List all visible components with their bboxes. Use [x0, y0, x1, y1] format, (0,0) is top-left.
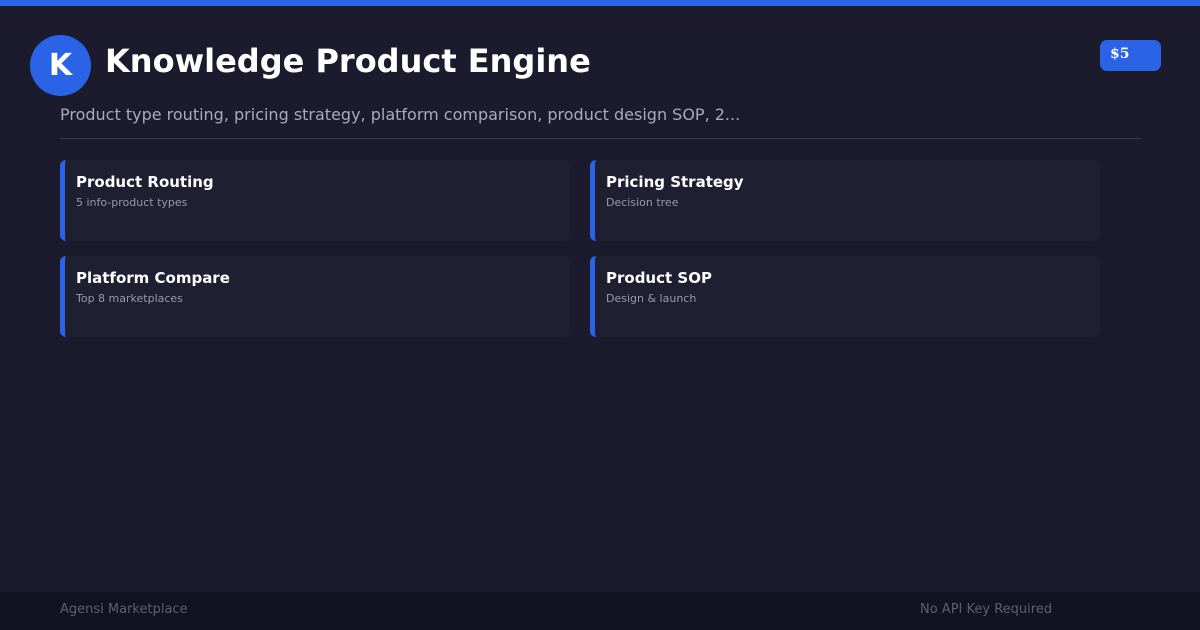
card-description: Top 8 marketplaces [76, 292, 183, 305]
card-title: Platform Compare [76, 269, 230, 287]
footer-brand: Agensi Marketplace [60, 602, 188, 617]
card-description: 5 info-product types [76, 196, 188, 209]
page-title: Knowledge Product Engine [105, 42, 591, 80]
card-title: Product Routing [76, 173, 214, 191]
footer: Agensi Marketplace No API Key Required [0, 592, 1200, 630]
feature-card-pricing-strategy: Pricing Strategy Decision tree [590, 160, 1100, 241]
card-title: Pricing Strategy [606, 173, 744, 191]
card-description: Decision tree [606, 196, 679, 209]
feature-card-product-sop: Product SOP Design & launch [590, 256, 1100, 337]
card-title: Product SOP [606, 269, 712, 287]
price-badge: $5 [1100, 40, 1161, 71]
footer-note: No API Key Required [920, 602, 1053, 617]
logo-letter: K [48, 48, 73, 83]
feature-card-platform-compare: Platform Compare Top 8 marketplaces [60, 256, 570, 337]
logo-avatar: K [30, 35, 91, 96]
feature-card-product-routing: Product Routing 5 info-product types [60, 160, 570, 241]
header-divider [60, 138, 1141, 139]
card-description: Design & launch [606, 292, 697, 305]
page-subtitle: Product type routing, pricing strategy, … [60, 105, 741, 124]
top-accent-bar [0, 0, 1200, 6]
